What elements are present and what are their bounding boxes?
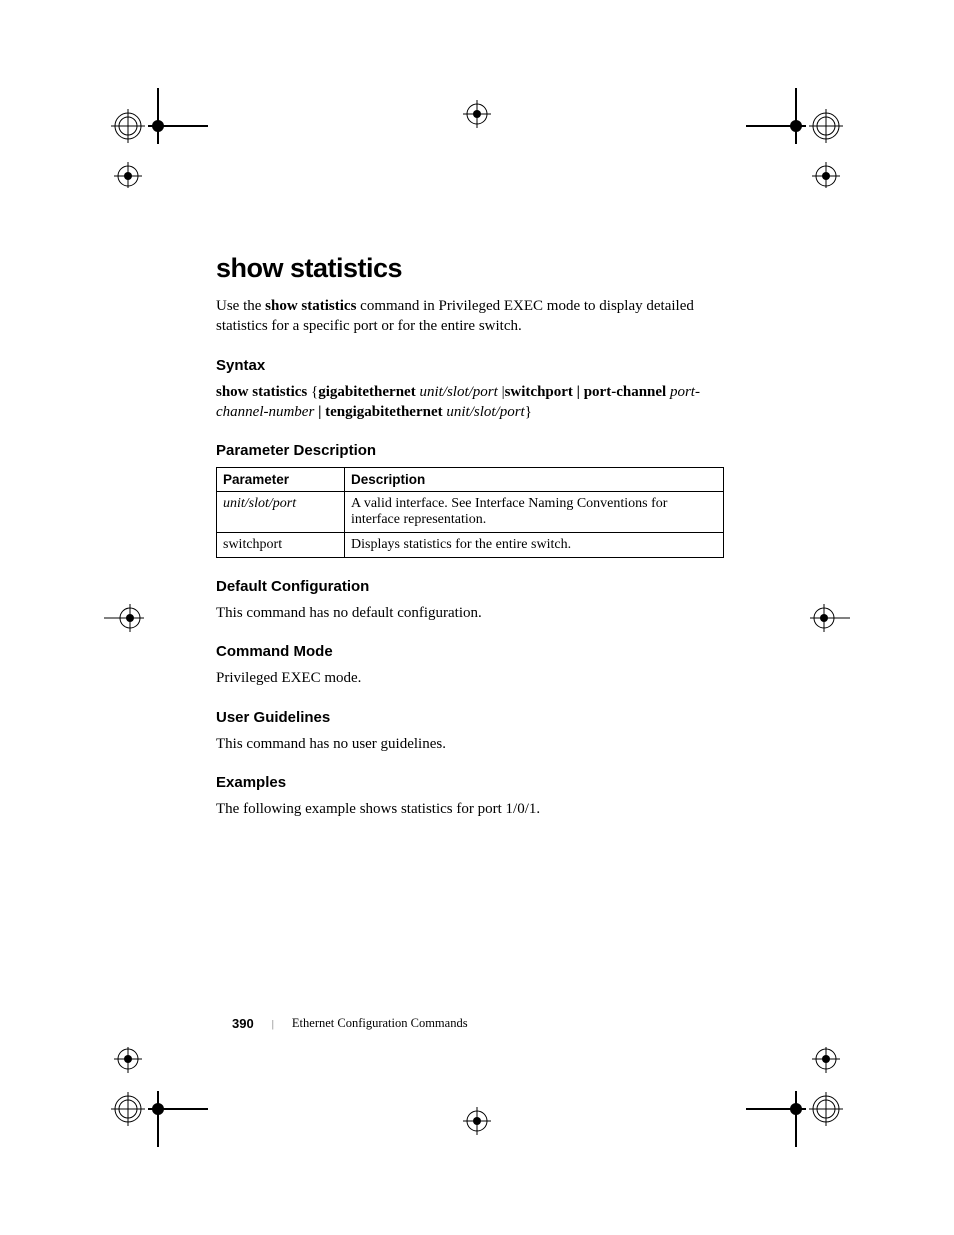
th-parameter: Parameter	[217, 468, 345, 492]
page-number: 390	[232, 1016, 254, 1031]
examples-heading: Examples	[216, 774, 741, 791]
desc-cell: A valid interface. See Interface Naming …	[345, 492, 724, 533]
table-header-row: Parameter Description	[217, 468, 724, 492]
desc-cell: Displays statistics for the entire switc…	[345, 533, 724, 558]
intro-paragraph: Use the show statistics command in Privi…	[216, 296, 741, 337]
examples-body: The following example shows statistics f…	[216, 799, 741, 819]
th-description: Description	[345, 468, 724, 492]
table-row: switchport Displays statistics for the e…	[217, 533, 724, 558]
user-guidelines-heading: User Guidelines	[216, 709, 741, 726]
syntax-heading: Syntax	[216, 357, 741, 374]
table-row: unit/slot/port A valid interface. See In…	[217, 492, 724, 533]
crop-mark-top-right	[746, 88, 876, 188]
parameter-table: Parameter Description unit/slot/port A v…	[216, 467, 724, 558]
footer-separator: |	[272, 1018, 274, 1030]
crop-mark-top-center	[463, 100, 491, 128]
page-footer: 390 | Ethernet Configuration Commands	[232, 1016, 468, 1031]
command-mode-heading: Command Mode	[216, 643, 741, 660]
default-config-heading: Default Configuration	[216, 578, 741, 595]
command-mode-body: Privileged EXEC mode.	[216, 668, 741, 688]
crop-mark-top-left	[78, 88, 208, 188]
crop-mark-bottom-center	[463, 1107, 491, 1135]
syntax-line: show statistics {gigabitethernet unit/sl…	[216, 382, 741, 423]
crop-mark-left-center	[90, 604, 144, 632]
command-title: show statistics	[216, 253, 741, 284]
page-content: show statistics Use the show statistics …	[216, 253, 741, 839]
crop-mark-bottom-left	[78, 1047, 208, 1147]
footer-chapter-title: Ethernet Configuration Commands	[292, 1016, 468, 1031]
crop-mark-right-center	[810, 604, 864, 632]
param-cell: unit/slot/port	[217, 492, 345, 533]
crop-mark-bottom-right	[746, 1047, 876, 1147]
param-desc-heading: Parameter Description	[216, 442, 741, 459]
user-guidelines-body: This command has no user guidelines.	[216, 734, 741, 754]
default-config-body: This command has no default configuratio…	[216, 603, 741, 623]
param-cell: switchport	[217, 533, 345, 558]
